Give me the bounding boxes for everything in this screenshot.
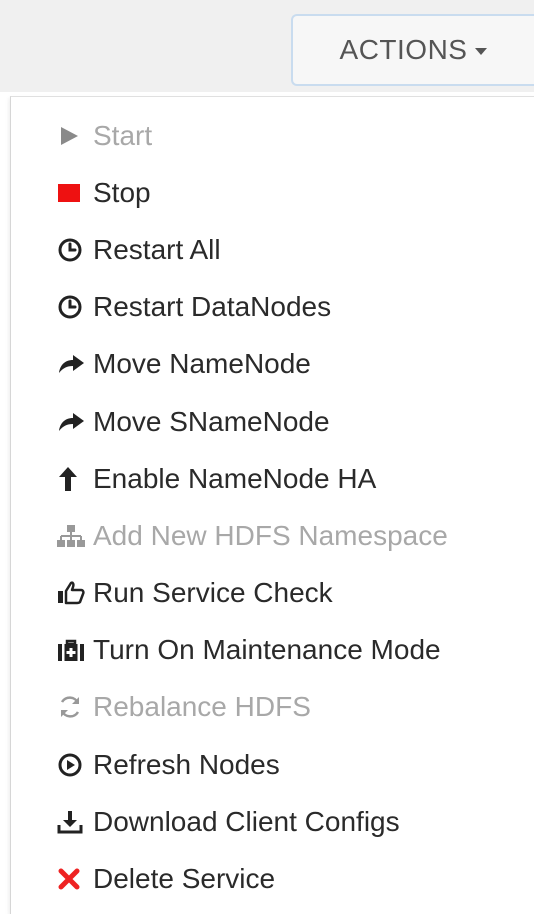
menu-item-add-new-hdfs-namespace[interactable]: Add New HDFS Namespace <box>11 507 534 564</box>
menu-item-label: Delete Service <box>93 863 276 895</box>
caret-down-icon <box>475 47 488 55</box>
menu-item-move-namenode[interactable]: Move NameNode <box>11 336 534 393</box>
menu-item-label: Enable NameNode HA <box>93 462 377 494</box>
stop-icon <box>57 178 93 208</box>
refresh-icon <box>57 692 93 722</box>
thumbs-up-icon <box>57 578 93 608</box>
menu-item-label: Turn On Maintenance Mode <box>93 634 441 666</box>
actions-dropdown-menu: Start Stop Restart All Restart DataNodes <box>10 96 534 914</box>
menu-item-label: Restart DataNodes <box>93 291 332 323</box>
menu-item-run-service-check[interactable]: Run Service Check <box>11 565 534 622</box>
menu-item-turn-on-maintenance-mode[interactable]: Turn On Maintenance Mode <box>11 622 534 679</box>
actions-button-label: ACTIONS <box>339 34 468 65</box>
close-icon <box>57 864 93 894</box>
menu-item-label: Rebalance HDFS <box>93 691 311 723</box>
menu-item-label: Refresh Nodes <box>93 748 280 780</box>
actions-menu-list: Start Stop Restart All Restart DataNodes <box>11 107 534 908</box>
sitemap-icon <box>57 521 93 551</box>
menu-item-rebalance-hdfs[interactable]: Rebalance HDFS <box>11 679 534 736</box>
share-arrow-icon <box>57 349 93 379</box>
menu-item-label: Add New HDFS Namespace <box>93 519 448 551</box>
menu-item-label: Stop <box>93 176 151 208</box>
menu-item-delete-service[interactable]: Delete Service <box>11 850 534 907</box>
clock-icon <box>57 292 93 322</box>
medkit-icon <box>57 635 93 665</box>
menu-item-label: Run Service Check <box>93 577 333 609</box>
menu-item-download-client-configs[interactable]: Download Client Configs <box>11 793 534 850</box>
menu-item-restart-datanodes[interactable]: Restart DataNodes <box>11 279 534 336</box>
menu-item-label: Restart All <box>93 233 221 265</box>
menu-item-enable-namenode-ha[interactable]: Enable NameNode HA <box>11 450 534 507</box>
menu-item-label: Start <box>93 119 153 151</box>
arrow-up-icon <box>57 464 93 494</box>
actions-dropdown-button[interactable]: ACTIONS <box>291 14 534 86</box>
menu-item-label: Download Client Configs <box>93 805 400 837</box>
menu-item-label: Move NameNode <box>93 348 311 380</box>
play-circle-icon <box>57 750 93 780</box>
menu-item-start[interactable]: Start <box>11 107 534 164</box>
menu-item-stop[interactable]: Stop <box>11 164 534 221</box>
download-icon <box>57 807 93 837</box>
top-bar: ACTIONS <box>0 0 534 92</box>
menu-item-refresh-nodes[interactable]: Refresh Nodes <box>11 736 534 793</box>
share-arrow-icon <box>57 407 93 437</box>
menu-item-move-snamenode[interactable]: Move SNameNode <box>11 393 534 450</box>
menu-item-label: Move SNameNode <box>93 405 330 437</box>
menu-item-restart-all[interactable]: Restart All <box>11 221 534 278</box>
play-icon <box>57 121 93 151</box>
clock-icon <box>57 235 93 265</box>
